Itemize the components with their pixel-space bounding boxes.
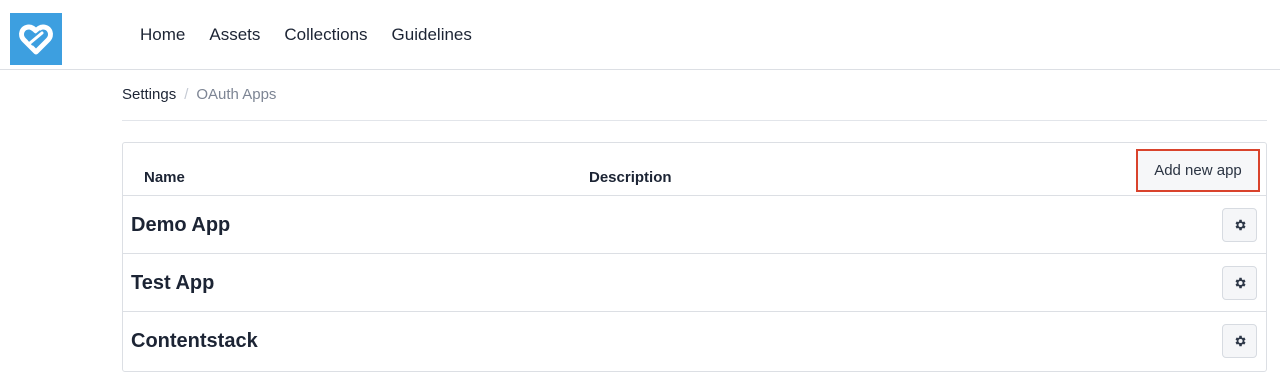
main-nav: Home Assets Collections Guidelines [128, 0, 484, 70]
column-header-name: Name [144, 169, 185, 186]
top-navigation-bar: Home Assets Collections Guidelines [0, 0, 1280, 70]
nav-collections[interactable]: Collections [284, 25, 367, 45]
app-settings-button[interactable] [1222, 266, 1257, 300]
app-settings-button[interactable] [1222, 208, 1257, 242]
oauth-apps-table: Name Description Add new app Demo App Te… [122, 142, 1267, 372]
breadcrumb-settings[interactable]: Settings [122, 86, 176, 103]
table-row: Contentstack [123, 312, 1266, 370]
column-header-description: Description [589, 169, 672, 186]
app-name[interactable]: Demo App [131, 214, 230, 237]
header-divider [122, 120, 1267, 121]
app-name[interactable]: Test App [131, 272, 214, 295]
gear-icon [1235, 335, 1246, 347]
link-heart-logo-icon [19, 24, 53, 55]
table-header: Name Description Add new app [123, 143, 1266, 196]
brand-logo[interactable] [10, 13, 62, 65]
app-settings-button[interactable] [1222, 324, 1257, 358]
add-new-app-button[interactable]: Add new app [1136, 149, 1260, 192]
breadcrumb: Settings / OAuth Apps [122, 86, 276, 103]
gear-icon [1235, 277, 1246, 289]
nav-home[interactable]: Home [140, 25, 185, 45]
gear-icon [1235, 219, 1246, 231]
table-row: Demo App [123, 196, 1266, 254]
table-row: Test App [123, 254, 1266, 312]
nav-guidelines[interactable]: Guidelines [392, 25, 472, 45]
breadcrumb-separator: / [184, 86, 189, 103]
app-name[interactable]: Contentstack [131, 330, 258, 353]
breadcrumb-current: OAuth Apps [196, 86, 277, 103]
nav-assets[interactable]: Assets [209, 25, 260, 45]
